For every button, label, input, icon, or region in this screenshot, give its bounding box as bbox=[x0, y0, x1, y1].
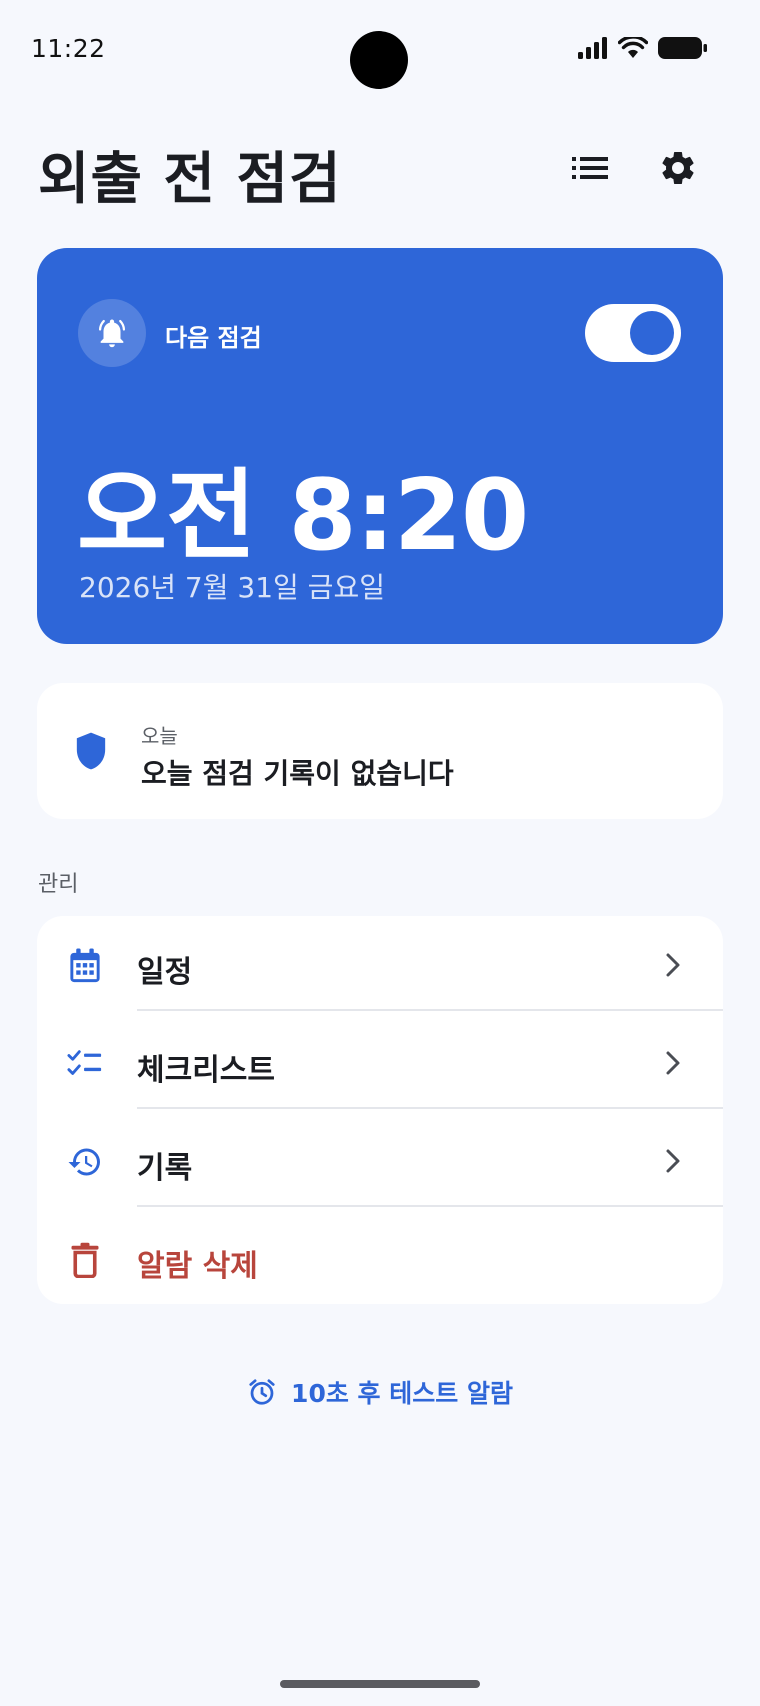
today-label: 오늘 bbox=[141, 724, 178, 748]
chevron-right-icon bbox=[666, 1149, 680, 1173]
alarm-clock-icon bbox=[249, 1379, 275, 1405]
chevron-right-icon bbox=[666, 953, 680, 977]
next-alarm-card[interactable]: 다음 점검 오전 8:20 2026년 7월 31일 금요일 bbox=[37, 248, 723, 644]
manage-item-label: 알람 삭제 bbox=[137, 1249, 258, 1284]
manage-section-label: 관리 bbox=[38, 872, 79, 897]
checklist-icon-wrap bbox=[67, 1046, 103, 1082]
today-status-text: 오늘 점검 기록이 없습니다 bbox=[141, 757, 454, 790]
checklist-icon bbox=[67, 1050, 102, 1075]
test-alarm-label: 10초 후 테스트 알람 bbox=[291, 1379, 513, 1408]
home-indicator[interactable] bbox=[280, 1680, 480, 1688]
trash-icon bbox=[71, 1242, 99, 1278]
manage-item-history[interactable]: 기록 bbox=[37, 1112, 723, 1210]
battery-icon bbox=[658, 37, 707, 59]
camera-cutout bbox=[350, 31, 408, 89]
app-screen: 11:22 외출 전 점검 다음 점검 오전 8:20 2026년 7월 31일… bbox=[0, 0, 760, 1706]
alarm-toggle[interactable] bbox=[585, 304, 681, 362]
divider bbox=[137, 1009, 723, 1011]
manage-item-label: 체크리스트 bbox=[137, 1053, 275, 1088]
status-bar: 11:22 bbox=[0, 0, 760, 100]
delete-alarm-button[interactable]: 알람 삭제 bbox=[37, 1210, 723, 1304]
status-icons bbox=[578, 36, 708, 60]
bell-ring-icon bbox=[98, 319, 126, 348]
list-button[interactable] bbox=[560, 138, 620, 198]
alarm-time: 오전 8:20 bbox=[77, 459, 529, 573]
manage-item-schedule[interactable]: 일정 bbox=[37, 916, 723, 1014]
history-icon bbox=[68, 1148, 100, 1176]
settings-button[interactable] bbox=[648, 138, 708, 198]
divider bbox=[137, 1205, 723, 1207]
calendar-icon-wrap bbox=[67, 948, 103, 984]
today-status-card: 오늘 오늘 점검 기록이 없습니다 bbox=[37, 683, 723, 819]
calendar-icon bbox=[70, 948, 100, 983]
alarm-date: 2026년 7월 31일 금요일 bbox=[79, 571, 385, 604]
manage-item-label: 일정 bbox=[137, 955, 193, 990]
toggle-knob bbox=[630, 311, 674, 355]
status-time: 11:22 bbox=[31, 34, 106, 63]
shield-icon bbox=[76, 732, 106, 770]
wifi-icon bbox=[618, 37, 648, 58]
chevron-right-icon bbox=[666, 1051, 680, 1075]
signal-icon bbox=[578, 37, 607, 59]
list-icon bbox=[572, 157, 608, 179]
manage-list: 일정 체크리스트 기록 알람 삭제 bbox=[37, 916, 723, 1304]
divider bbox=[137, 1107, 723, 1109]
next-check-label: 다음 점검 bbox=[165, 324, 262, 352]
history-icon-wrap bbox=[67, 1144, 103, 1180]
page-title: 외출 전 점검 bbox=[38, 147, 342, 212]
manage-item-checklist[interactable]: 체크리스트 bbox=[37, 1014, 723, 1112]
test-alarm-button[interactable]: 10초 후 테스트 알람 bbox=[0, 1372, 760, 1412]
header: 외출 전 점검 bbox=[0, 120, 760, 220]
gear-icon bbox=[662, 152, 694, 184]
manage-item-label: 기록 bbox=[137, 1151, 193, 1186]
bell-badge bbox=[78, 299, 146, 367]
trash-icon-wrap bbox=[67, 1242, 103, 1278]
